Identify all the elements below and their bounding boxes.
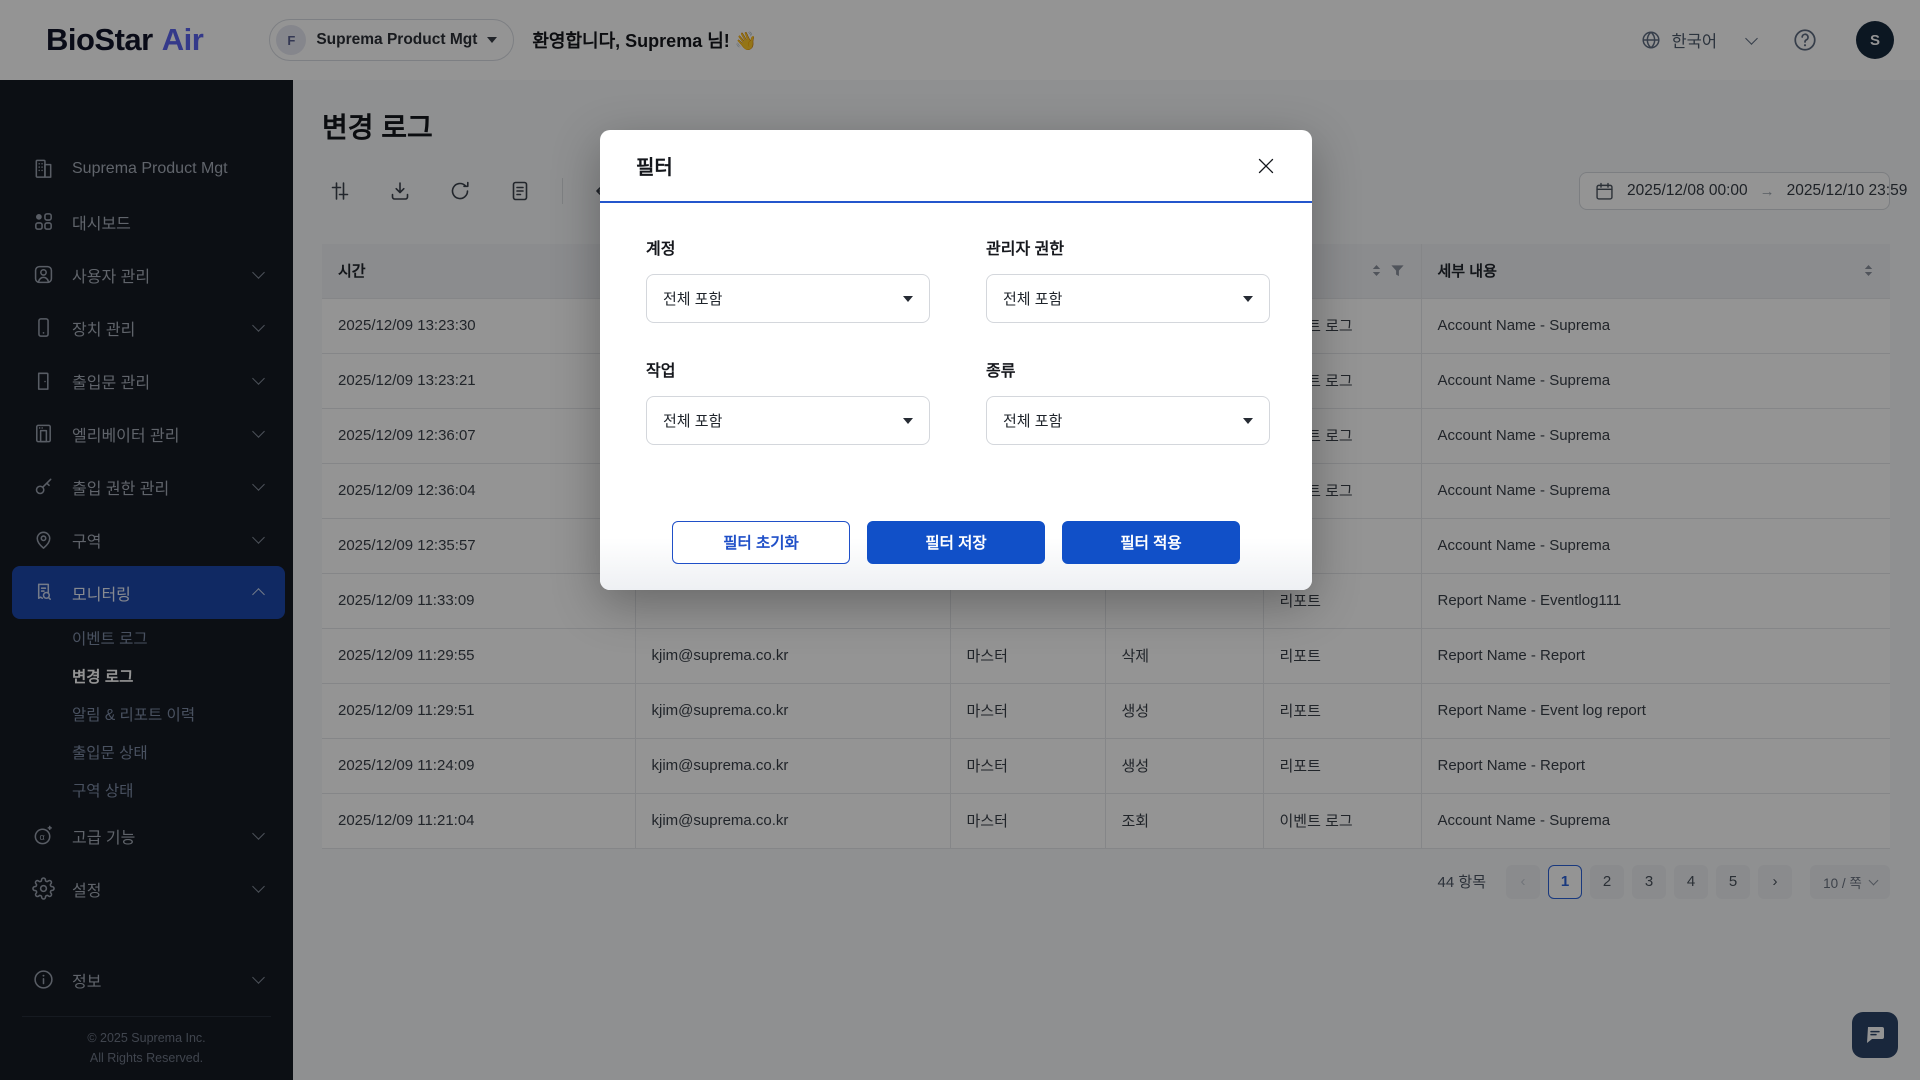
filter-apply-button[interactable]: 필터 적용 [1062,521,1240,564]
field-label: 계정 [646,235,930,259]
caret-down-icon [1243,418,1253,424]
modal-header: 필터 [600,130,1312,203]
category-select[interactable]: 전체 포함 [986,396,1270,445]
close-icon [1252,152,1280,180]
modal-close-button[interactable] [1248,148,1284,184]
account-select[interactable]: 전체 포함 [646,274,930,323]
action-select[interactable]: 전체 포함 [646,396,930,445]
filter-field-action: 작업 전체 포함 [646,357,930,445]
modal-title: 필터 [636,151,673,180]
modal-footer: 필터 초기화 필터 저장 필터 적용 [600,494,1312,590]
caret-down-icon [903,418,913,424]
field-label: 종류 [986,357,1270,381]
filter-field-category: 종류 전체 포함 [986,357,1270,445]
filter-save-button[interactable]: 필터 저장 [867,521,1045,564]
caret-down-icon [1243,296,1253,302]
biostar-air-app: BioStar Air F Suprema Product Mgt 환영합니다,… [0,0,1920,1080]
field-label: 관리자 권한 [986,235,1270,259]
filter-field-account: 계정 전체 포함 [646,235,930,323]
modal-body: 계정 전체 포함 관리자 권한 전체 포함 작업 전체 포함 [600,203,1312,445]
admin-role-select[interactable]: 전체 포함 [986,274,1270,323]
caret-down-icon [903,296,913,302]
filter-reset-button[interactable]: 필터 초기화 [672,521,850,564]
filter-field-admin-role: 관리자 권한 전체 포함 [986,235,1270,323]
field-label: 작업 [646,357,930,381]
filter-modal: 필터 계정 전체 포함 관리자 권한 전체 포함 [600,130,1312,590]
